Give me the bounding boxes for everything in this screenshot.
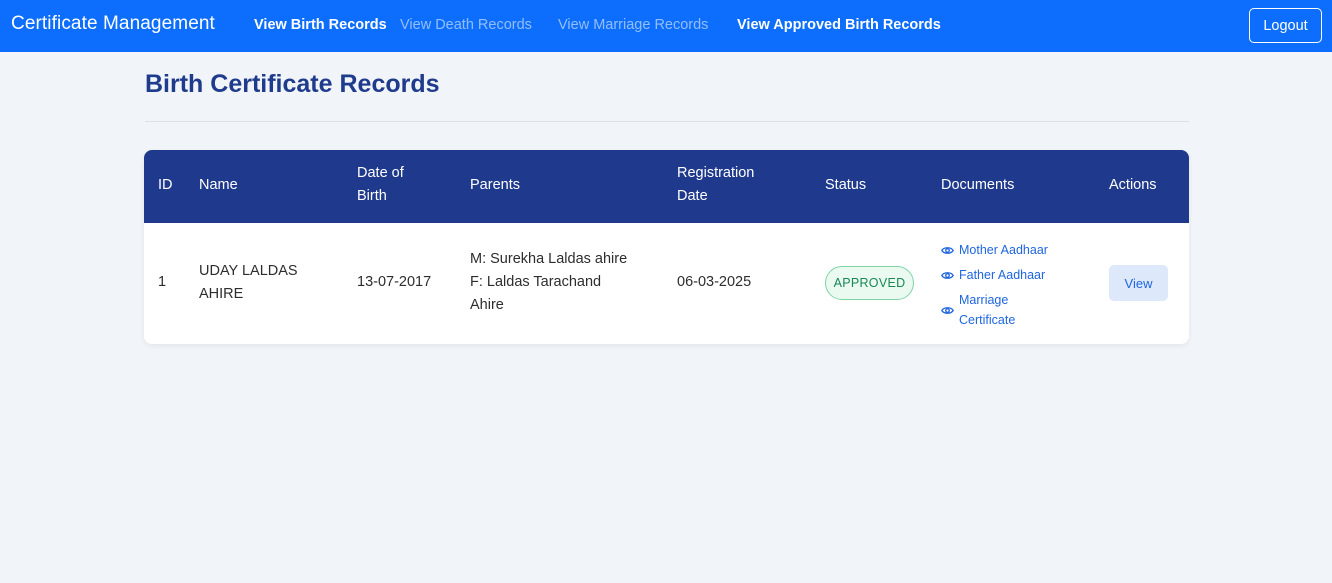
eye-icon	[941, 271, 954, 279]
nav-view-death-records[interactable]: View Death Records	[400, 17, 532, 33]
mother-aadhaar-label: Mother Aadhaar	[959, 243, 1048, 257]
header-id: ID	[158, 177, 173, 193]
header-actions: Actions	[1109, 177, 1157, 193]
table-header: ID Name Date of Birth Parents Registrati…	[144, 150, 1189, 223]
header-name: Name	[199, 177, 238, 193]
marriage-certificate-label: Marriage Certificate	[959, 290, 1015, 330]
cell-registration-date: 06-03-2025	[677, 274, 752, 290]
marriage-certificate-line1: Marriage	[959, 293, 1009, 307]
cell-dob: 13-07-2017	[357, 274, 432, 290]
marriage-certificate-line2: Certificate	[959, 313, 1016, 327]
cell-name-line2: AHIRE	[199, 286, 244, 302]
nav-view-marriage-records[interactable]: View Marriage Records	[558, 17, 708, 33]
records-table: ID Name Date of Birth Parents Registrati…	[144, 150, 1189, 344]
view-button[interactable]: View	[1109, 265, 1168, 301]
logout-button[interactable]: Logout	[1249, 8, 1322, 43]
eye-icon	[941, 306, 954, 314]
cell-father-line2: Ahire	[470, 297, 504, 313]
cell-id: 1	[158, 274, 167, 290]
status-badge: APPROVED	[825, 266, 914, 300]
header-registration-line1: Registration	[677, 165, 755, 181]
cell-father-line1: F: Laldas Tarachand	[470, 274, 602, 290]
header-parents: Parents	[470, 177, 520, 193]
father-aadhaar-link[interactable]: Father Aadhaar	[941, 265, 1045, 285]
header-dob-line2: Birth	[357, 188, 387, 204]
header-dob-line1: Date of	[357, 165, 404, 181]
marriage-certificate-link[interactable]: Marriage Certificate	[941, 290, 1015, 330]
nav-view-approved-birth-records[interactable]: View Approved Birth Records	[737, 17, 941, 33]
top-navbar: Certificate Management View Birth Record…	[0, 0, 1332, 52]
nav-view-birth-records[interactable]: View Birth Records	[254, 17, 387, 33]
brand-title[interactable]: Certificate Management	[11, 13, 215, 35]
father-aadhaar-label: Father Aadhaar	[959, 268, 1046, 282]
eye-icon	[941, 246, 954, 254]
mother-aadhaar-link[interactable]: Mother Aadhaar	[941, 240, 1048, 260]
header-registration-line2: Date	[677, 188, 708, 204]
page-title: Birth Certificate Records	[145, 70, 440, 98]
header-status: Status	[825, 177, 867, 193]
cell-mother: M: Surekha Laldas ahire	[470, 251, 628, 267]
cell-name-line1: UDAY LALDAS	[199, 263, 298, 279]
title-divider	[145, 121, 1189, 122]
header-documents: Documents	[941, 177, 1015, 193]
